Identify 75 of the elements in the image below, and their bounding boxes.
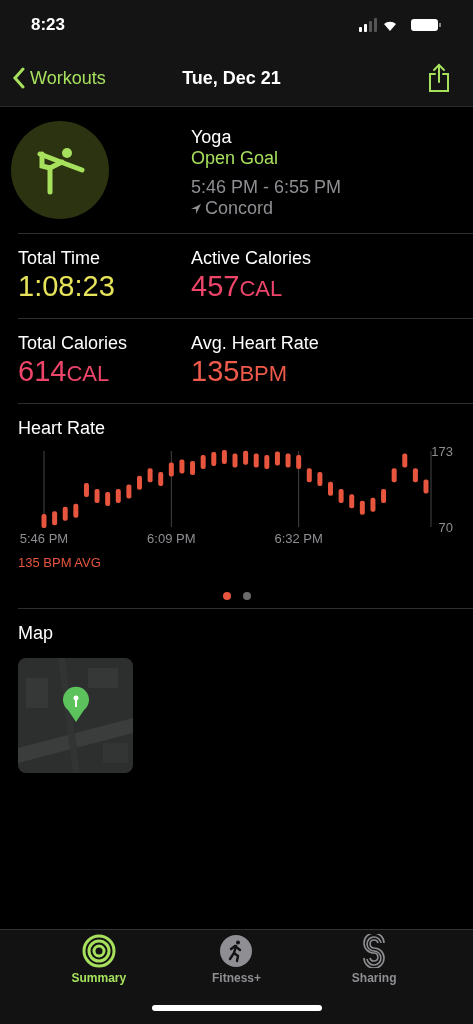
heart-rate-point [349, 494, 355, 509]
tab-bar-item[interactable]: Sharing [329, 934, 420, 985]
runner-icon [219, 934, 254, 968]
page-dot[interactable] [242, 592, 251, 600]
section-title: Map [18, 623, 54, 644]
heart-rate-point [317, 472, 323, 487]
map-pin-icon [62, 686, 90, 722]
page-dot[interactable] [222, 592, 231, 600]
heart-rate-point [73, 503, 79, 518]
heart-rate-point [359, 500, 365, 515]
heart-rate-point [168, 462, 174, 477]
sharing-icon [361, 934, 388, 968]
heart-rate-point [115, 489, 121, 503]
clock-time: 8:23 [31, 15, 66, 35]
heart-rate-point [105, 491, 111, 506]
metric-value: 135BPM [191, 354, 289, 389]
heart-rate-point [41, 514, 47, 529]
tab-bar-item[interactable]: Summary [53, 934, 144, 985]
heart-rate-point [190, 460, 196, 475]
location-arrow-icon [191, 203, 201, 214]
heart-rate-point [264, 455, 270, 470]
metric-value: 614CAL [18, 354, 111, 389]
heart-rate-point [137, 475, 142, 490]
tab-bar-item[interactable]: Fitness+ [191, 934, 282, 985]
section-title: Heart Rate [18, 418, 107, 439]
heart-rate-point [274, 451, 280, 466]
activity-rings-icon [81, 934, 116, 968]
average-heart-rate: 135 BPM AVG [18, 555, 102, 570]
metric-value: 457CAL [191, 269, 284, 304]
time-range: 5:46 PM - 6:55 PM [191, 177, 342, 198]
heart-rate-point [391, 468, 397, 483]
back-chevron-icon [12, 67, 26, 89]
heart-rate-point [306, 468, 312, 483]
y-tick-label: 173 [431, 444, 453, 459]
heart-rate-point [412, 468, 418, 483]
heart-rate-point [221, 449, 227, 464]
heart-rate-point [52, 511, 58, 526]
heart-rate-point [285, 453, 291, 468]
location-name: Concord [205, 198, 274, 219]
workout-goal: Open Goal [191, 148, 280, 169]
heart-rate-point [381, 489, 387, 503]
heart-rate-point [83, 483, 89, 498]
x-tick-label: 6:32 PM [274, 531, 323, 546]
heart-rate-point [126, 484, 132, 499]
metric-label: Avg. Heart Rate [191, 333, 320, 354]
heart-rate-point [253, 453, 259, 468]
heart-rate-point [147, 468, 153, 483]
x-tick-label: 5:46 PM [19, 531, 69, 546]
heart-rate-point [232, 453, 238, 468]
y-tick-label: 70 [438, 520, 453, 535]
heart-rate-point [296, 455, 302, 470]
metric-value: 1:08:23 [18, 269, 116, 303]
x-tick-label: 6:09 PM [147, 531, 196, 546]
heart-rate-point [402, 453, 408, 468]
heart-rate-point [200, 455, 206, 470]
heart-rate-point [338, 489, 344, 503]
heart-rate-point [370, 497, 376, 512]
heart-rate-point [243, 450, 249, 465]
heart-rate-point [158, 472, 164, 487]
heart-rate-point [94, 489, 100, 503]
signal-icon [359, 18, 377, 32]
battery-icon [411, 19, 441, 31]
nav-title: Tue, Dec 21 [182, 67, 281, 89]
workout-name: Yoga [191, 127, 233, 148]
back-button[interactable]: Workouts [12, 67, 106, 89]
metric-label: Active Calories [191, 248, 313, 269]
metric-label: Total Time [18, 248, 102, 269]
wifi-icon [384, 21, 396, 31]
heart-rate-point [423, 479, 429, 494]
heart-rate-point [211, 452, 217, 467]
heart-rate-point [179, 459, 185, 474]
heart-rate-point [62, 506, 68, 521]
metric-label: Total Calories [18, 333, 129, 354]
share-icon[interactable] [427, 63, 451, 93]
heart-rate-point [328, 481, 333, 496]
